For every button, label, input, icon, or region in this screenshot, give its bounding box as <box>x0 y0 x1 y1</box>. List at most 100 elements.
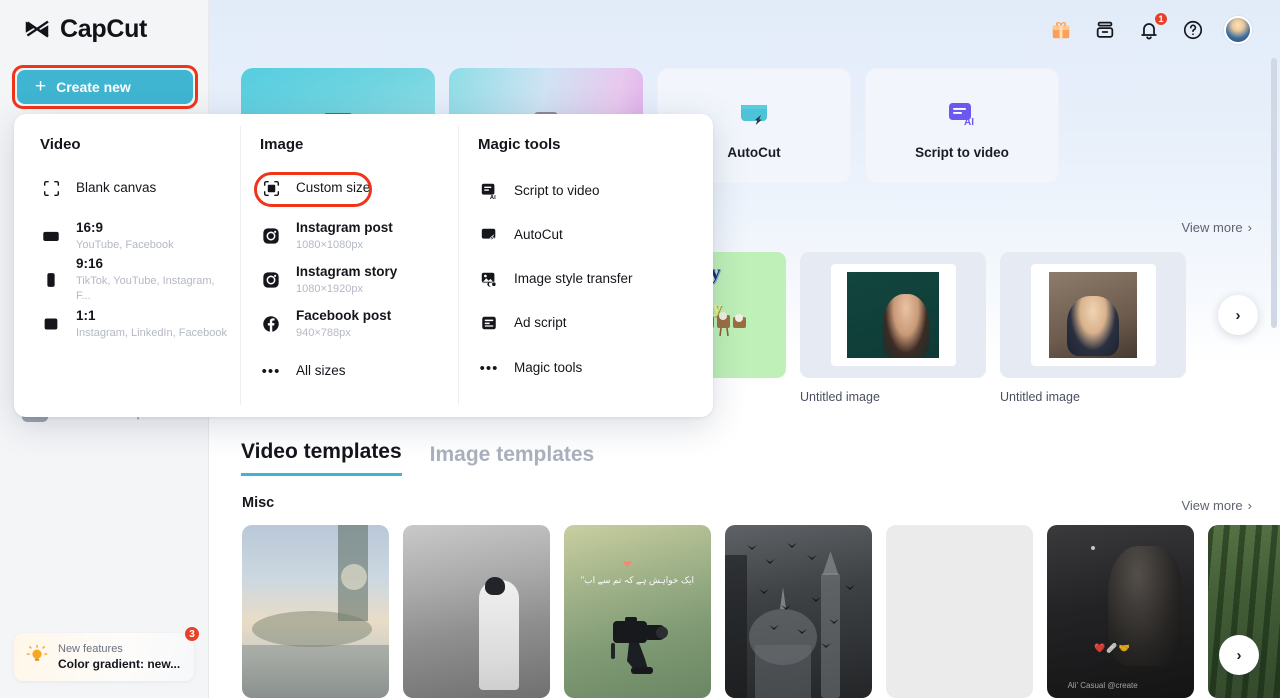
menu-item-custom-size[interactable]: Custom size <box>260 169 458 207</box>
menu-item-facebook-post[interactable]: Facebook post 940×788px <box>260 302 458 346</box>
menu-column-magic-tools: Magic tools AI Script to video AutoCut I… <box>458 114 708 417</box>
bell-icon[interactable]: 1 <box>1136 12 1168 43</box>
templates-view-more-label: View more <box>1181 498 1243 513</box>
toast-subtitle: Color gradient: new... <box>58 657 181 671</box>
custom-size-icon <box>260 180 282 197</box>
brand-name: CapCut <box>60 14 148 43</box>
style-transfer-icon <box>478 270 500 288</box>
avatar[interactable] <box>1224 16 1252 44</box>
menu-item-sub: 1080×1920px <box>296 282 363 295</box>
notification-badge: 1 <box>1154 12 1168 26</box>
page-scrollbar[interactable] <box>1271 58 1277 328</box>
project-card[interactable]: Untitled image <box>800 252 986 404</box>
square-rect-icon <box>40 314 62 334</box>
menu-item-label: Blank canvas <box>76 179 157 195</box>
plus-icon: + <box>35 75 47 97</box>
man-head <box>485 576 506 595</box>
brand-logo-group[interactable]: CapCut <box>22 14 147 44</box>
menu-item-instagram-story[interactable]: Instagram story 1080×1920px <box>260 258 458 302</box>
gift-icon[interactable] <box>1048 17 1074 43</box>
lightbulb-icon <box>26 644 48 671</box>
menu-item-sub: 940×788px <box>296 326 351 339</box>
template-card[interactable]: ❤ ایک خواہش ہے کہ تم سے اب" <box>564 525 711 698</box>
script-ai-icon: AI <box>478 182 500 200</box>
template-thumbnail-row: ❤ ایک خواہش ہے کہ تم سے اب" ❤️🩹🤝 Ali' Ca… <box>242 525 1280 698</box>
projects-view-more[interactable]: View more › <box>1181 220 1252 235</box>
template-card[interactable] <box>242 525 389 698</box>
baby-photo <box>1049 272 1137 358</box>
template-card[interactable] <box>886 525 1033 698</box>
templates-tabs: Video templates Image templates <box>241 440 594 476</box>
menu-item-9-16[interactable]: 9:16 TikTok, YouTube, Instagram, F... <box>40 256 240 302</box>
heart-emoji-icon: ❤ <box>622 558 633 571</box>
menu-column-video: Video Blank canvas 16:9 YouTube, Faceboo… <box>14 114 240 417</box>
ellipsis-icon: ••• <box>479 359 499 377</box>
menu-column-title: Magic tools <box>478 136 561 153</box>
template-card[interactable]: ❤️🩹🤝 Ali' Casual @create <box>1047 525 1194 698</box>
toast-title: New features <box>58 643 123 655</box>
help-icon[interactable] <box>1180 17 1206 43</box>
chevron-right-icon: › <box>1247 220 1252 235</box>
create-new-dropdown-menu: Video Blank canvas 16:9 YouTube, Faceboo… <box>14 114 713 417</box>
capcut-app-window: CapCut 1 + Create new AutoCut AI Script … <box>0 0 1280 698</box>
menu-item-label: Instagram post <box>296 219 393 235</box>
menu-item-label: Facebook post <box>296 307 392 323</box>
menu-item-label: Magic tools <box>514 359 583 375</box>
menu-item-sub: 1080×1080px <box>296 238 363 251</box>
projects-scroll-right-button[interactable]: › <box>1218 295 1258 335</box>
menu-item-blank-canvas[interactable]: Blank canvas <box>40 169 240 207</box>
menu-item-all-sizes[interactable]: ••• All sizes <box>260 352 458 390</box>
menu-column-image: Image Custom size Instagram post 1080×10… <box>240 114 458 417</box>
project-thumbnail[interactable] <box>1000 252 1186 378</box>
landscape-rect-icon <box>40 226 62 246</box>
menu-item-label: 1:1 <box>76 307 96 323</box>
projects-view-more-label: View more <box>1181 220 1243 235</box>
templates-view-more[interactable]: View more › <box>1181 498 1252 513</box>
menu-item-1-1[interactable]: 1:1 Instagram, LinkedIn, Facebook <box>40 302 240 346</box>
project-label: Untitled image <box>800 390 880 404</box>
template-card[interactable] <box>725 525 872 698</box>
menu-item-label: Image style transfer <box>514 270 633 286</box>
menu-item-script-to-video[interactable]: AI Script to video <box>478 169 708 213</box>
toast-badge: 3 <box>183 625 201 643</box>
quick-card-script-to-video[interactable]: AI Script to video <box>865 68 1059 184</box>
project-label: Untitled image <box>1000 390 1080 404</box>
menu-item-label: 9:16 <box>76 256 104 272</box>
new-features-toast[interactable]: New features Color gradient: new... 3 <box>14 625 201 681</box>
menu-item-sub: TikTok, YouTube, Instagram, F... <box>76 275 215 302</box>
tab-image-templates[interactable]: Image templates <box>430 443 595 476</box>
create-new-label: Create new <box>56 79 131 95</box>
light-dot <box>1091 545 1096 550</box>
archive-icon[interactable] <box>1092 17 1118 43</box>
menu-item-instagram-post[interactable]: Instagram post 1080×1080px <box>260 214 458 258</box>
create-new-button[interactable]: + Create new <box>17 70 193 104</box>
camera-gimbal-art <box>611 616 669 674</box>
menu-column-title: Image <box>260 136 304 153</box>
sunset-building-art <box>242 525 389 698</box>
menu-item-label: 16:9 <box>76 219 104 235</box>
menu-item-autocut[interactable]: AutoCut <box>478 213 708 257</box>
script-ai-icon: AI <box>942 93 982 133</box>
dashed-square-icon <box>40 180 62 197</box>
menu-item-ad-script[interactable]: Ad script <box>478 301 708 345</box>
menu-item-16-9[interactable]: 16:9 YouTube, Facebook <box>40 214 240 258</box>
quick-card-label: Script to video <box>915 144 1009 160</box>
portrait-photo <box>847 272 939 358</box>
template-card[interactable] <box>403 525 550 698</box>
mosque-birds-art <box>725 543 855 698</box>
menu-column-title: Video <box>40 136 81 153</box>
tab-video-templates[interactable]: Video templates <box>241 440 402 476</box>
project-card[interactable]: Untitled image <box>1000 252 1186 404</box>
templates-scroll-right-button[interactable]: › <box>1219 635 1259 675</box>
menu-item-label: AutoCut <box>514 226 563 242</box>
menu-item-sub: YouTube, Facebook <box>76 238 174 251</box>
menu-item-image-style-transfer[interactable]: Image style transfer <box>478 257 708 301</box>
menu-item-magic-tools[interactable]: ••• Magic tools <box>478 349 708 387</box>
autocut-icon <box>478 226 500 244</box>
template-caption: Ali' Casual @create <box>1067 681 1138 690</box>
project-thumbnail[interactable] <box>800 252 986 378</box>
menu-item-label: Ad script <box>514 314 567 330</box>
capcut-logo-icon <box>22 14 52 44</box>
menu-item-sub: Instagram, LinkedIn, Facebook <box>76 326 228 339</box>
menu-item-label: All sizes <box>296 362 346 378</box>
